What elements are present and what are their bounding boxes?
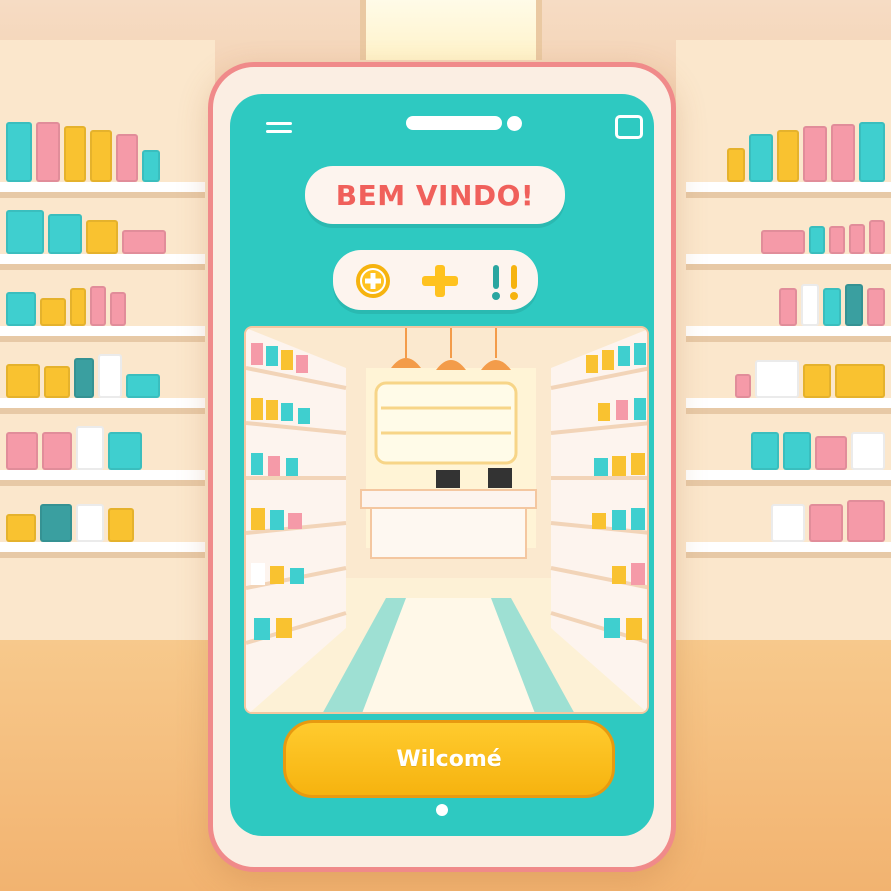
phone-device: BEM VINDO! Wilcomé [208, 62, 676, 872]
exclamation-icon [492, 265, 518, 300]
product-box [755, 360, 799, 398]
product-box [783, 432, 811, 470]
product-bottle [849, 224, 865, 254]
shelf [686, 264, 891, 336]
product-bottle [823, 288, 841, 326]
product-bottle [90, 286, 106, 326]
store-interior-image [246, 328, 647, 712]
product-bottle [74, 358, 94, 398]
product-box [42, 432, 72, 470]
hamburger-menu-icon[interactable] [266, 122, 292, 138]
product-bottle [803, 364, 831, 398]
ceiling-light [360, 0, 542, 60]
plus-circle-icon[interactable] [353, 263, 393, 299]
product-box [116, 134, 138, 182]
product-box [859, 122, 885, 182]
shelf [0, 192, 205, 264]
shelf [686, 120, 891, 192]
product-jar [809, 504, 843, 542]
product-box [6, 122, 32, 182]
product-jar [98, 354, 122, 398]
product-box [122, 230, 166, 254]
product-box [44, 366, 70, 398]
product-box [36, 122, 60, 182]
shelf [0, 264, 205, 336]
product-bottle [869, 220, 885, 254]
product-jar [815, 436, 847, 470]
icon-bar [333, 250, 538, 310]
shelf [0, 408, 205, 480]
product-box [831, 124, 855, 182]
welcome-button[interactable]: Wilcomé [283, 720, 615, 798]
shelf [0, 120, 205, 192]
product-box [777, 130, 799, 182]
product-box [64, 126, 86, 182]
square-window-icon[interactable] [615, 115, 643, 139]
shelf [0, 480, 205, 552]
product-box [803, 126, 827, 182]
product-bottle [735, 374, 751, 398]
home-indicator[interactable] [436, 804, 448, 816]
product-box [126, 374, 160, 398]
phone-camera [507, 116, 522, 131]
product-jar [76, 426, 104, 470]
product-box [6, 292, 36, 326]
product-bottle [845, 284, 863, 326]
product-jar [771, 504, 805, 542]
product-bottle [867, 288, 885, 326]
product-bottle [727, 148, 745, 182]
product-box [761, 230, 805, 254]
product-box [751, 432, 779, 470]
shelf [686, 192, 891, 264]
product-box [6, 432, 38, 470]
product-bottle [110, 292, 126, 326]
product-box [108, 432, 142, 470]
shelf [686, 336, 891, 408]
product-box [6, 364, 40, 398]
store-illustration [244, 326, 649, 714]
product-box [40, 298, 66, 326]
phone-screen: BEM VINDO! Wilcomé [230, 94, 654, 836]
shelf [0, 336, 205, 408]
right-shelf-unit [686, 120, 891, 552]
product-jar [76, 504, 104, 542]
plus-icon[interactable] [418, 263, 462, 299]
product-bottle [70, 288, 86, 326]
product-jar [851, 432, 885, 470]
product-box [86, 220, 118, 254]
product-bottle [779, 288, 797, 326]
product-bottle [809, 226, 825, 254]
left-shelf-unit [0, 120, 205, 552]
shelf [686, 480, 891, 552]
product-box [90, 130, 112, 182]
page-title: BEM VINDO! [305, 166, 565, 224]
phone-speaker [406, 116, 502, 130]
product-box [835, 364, 885, 398]
product-jar [6, 514, 36, 542]
product-box [6, 210, 44, 254]
shelf [686, 408, 891, 480]
product-bottle [801, 284, 819, 326]
product-box [48, 214, 82, 254]
product-box [749, 134, 773, 182]
product-jar [40, 504, 72, 542]
product-bottle [142, 150, 160, 182]
product-jar [847, 500, 885, 542]
product-bottle [829, 226, 845, 254]
product-jar [108, 508, 134, 542]
